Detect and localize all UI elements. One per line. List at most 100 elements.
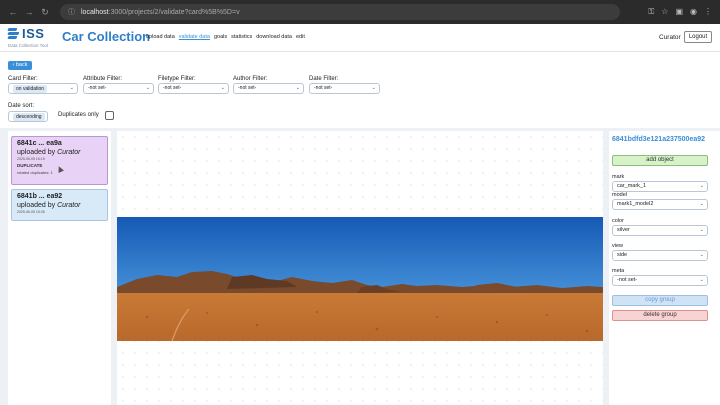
forward-arrow-icon[interactable]: → bbox=[24, 7, 34, 18]
chevron-down-icon: ⌄ bbox=[699, 201, 704, 207]
card-uploaded-by: uploaded by Curator bbox=[17, 149, 81, 156]
url-path: :3000/projects/2/validate?card%5B%5D=v bbox=[108, 8, 240, 16]
card-item[interactable]: 6841c ... ea9a uploaded by Curator 2025-… bbox=[11, 136, 108, 185]
profile-icon[interactable]: ◉ bbox=[690, 7, 697, 17]
field-model: model mark1_model2 ⌄ bbox=[612, 192, 708, 210]
mark-select[interactable]: car_mark_1 ⌄ bbox=[612, 181, 708, 192]
attribute-filter-value: -not set- bbox=[88, 85, 107, 91]
color-select[interactable]: silver ⌄ bbox=[612, 225, 708, 236]
author-filter-value: -not set- bbox=[238, 85, 257, 91]
date-sort-label: Date sort: bbox=[8, 103, 35, 109]
chevron-down-icon: ⌄ bbox=[699, 277, 704, 283]
chevron-down-icon: ⌄ bbox=[295, 85, 300, 91]
nav-statistics[interactable]: statistics bbox=[231, 34, 252, 40]
chevron-down-icon: ⌄ bbox=[699, 183, 704, 189]
field-view: view side ⌄ bbox=[612, 243, 708, 261]
author-filter-select[interactable]: -not set- ⌄ bbox=[233, 83, 304, 94]
main-nav: upload data validate data goals statisti… bbox=[146, 34, 305, 40]
logo-subtitle: Data Collection Tool bbox=[8, 43, 48, 48]
main-area: 6841c ... ea9a uploaded by Curator 2025-… bbox=[0, 128, 720, 405]
browser-toolbar: ← → ↻ ⓘ localhost:3000/projects/2/valida… bbox=[0, 0, 720, 24]
date-filter: Date Filter: -not set- ⌄ bbox=[309, 76, 380, 94]
field-label: view bbox=[612, 243, 624, 249]
logout-button[interactable]: Logout bbox=[684, 31, 712, 43]
field-label: mark bbox=[612, 174, 625, 180]
key-icon[interactable]: ⚿ bbox=[648, 7, 654, 17]
app-header: ISS Data Collection Tool Car Collection … bbox=[0, 24, 720, 52]
date-sort: Date sort: descending bbox=[8, 103, 48, 122]
filetype-filter-select[interactable]: -not set- ⌄ bbox=[158, 83, 229, 94]
card-filter-select[interactable]: on validation ⌄ bbox=[8, 83, 78, 94]
card-title: 6841c ... ea9a bbox=[17, 140, 62, 147]
date-sort-value: descending bbox=[13, 112, 45, 121]
field-label: color bbox=[612, 218, 624, 224]
reload-icon[interactable]: ↻ bbox=[40, 7, 50, 18]
filetype-filter: Filetype Filter: -not set- ⌄ bbox=[158, 76, 229, 94]
page-title: Car Collection bbox=[62, 29, 151, 44]
card-uploader: Curator bbox=[57, 149, 81, 156]
chevron-down-icon: ⌄ bbox=[699, 252, 704, 258]
field-label: model bbox=[612, 192, 627, 198]
logo-text: ISS bbox=[22, 26, 45, 41]
view-select[interactable]: side ⌄ bbox=[612, 250, 708, 261]
logo-mark-icon bbox=[7, 27, 20, 39]
card-item[interactable]: 6841b ... ea92 uploaded by Curator 2025-… bbox=[11, 189, 108, 221]
logo: ISS Data Collection Tool bbox=[7, 26, 56, 51]
browser-nav-buttons: ← → ↻ bbox=[8, 7, 50, 18]
card-uploaded-by: uploaded by Curator bbox=[17, 202, 81, 209]
back-label: back bbox=[15, 62, 28, 68]
nav-goals[interactable]: goals bbox=[214, 34, 227, 40]
card-filter-label: Card Filter: bbox=[8, 76, 38, 82]
card-date: 2025-06-05 15:35 bbox=[17, 210, 45, 214]
extension-icon[interactable]: ▣ bbox=[675, 7, 683, 17]
object-id: 6841bdfd3e121a237500ea92 bbox=[612, 136, 706, 143]
field-meta: meta -not set- ⌄ bbox=[612, 268, 708, 286]
attribute-filter-select[interactable]: -not set- ⌄ bbox=[83, 83, 154, 94]
field-mark: mark car_mark_1 ⌄ bbox=[612, 174, 708, 192]
chevron-down-icon: ⌄ bbox=[69, 85, 74, 91]
author-filter-label: Author Filter: bbox=[233, 76, 268, 82]
date-filter-select[interactable]: -not set- ⌄ bbox=[309, 83, 380, 94]
chevron-down-icon: ⌄ bbox=[220, 85, 225, 91]
browser-actions: ⚿ ☆ ▣ ◉ ⋮ bbox=[648, 7, 712, 17]
back-arrow-icon[interactable]: ← bbox=[8, 7, 18, 18]
card-filter: Card Filter: on validation ⌄ bbox=[8, 76, 78, 94]
nav-edit[interactable]: edit bbox=[296, 34, 305, 40]
desert-landscape-image[interactable] bbox=[117, 217, 603, 341]
url-host: localhost bbox=[81, 8, 109, 16]
star-icon[interactable]: ☆ bbox=[661, 7, 668, 17]
back-button[interactable]: ‹ back bbox=[8, 61, 32, 70]
nav-upload-data[interactable]: upload data bbox=[146, 34, 175, 40]
card-uploader: Curator bbox=[57, 202, 81, 209]
chevron-down-icon: ⌄ bbox=[371, 85, 376, 91]
info-icon[interactable]: ⓘ bbox=[68, 7, 75, 17]
date-filter-value: -not set- bbox=[314, 85, 333, 91]
attribute-panel: 6841bdfd3e121a237500ea92 add object mark… bbox=[609, 131, 720, 405]
menu-icon[interactable]: ⋮ bbox=[704, 7, 712, 17]
filetype-filter-label: Filetype Filter: bbox=[158, 76, 196, 82]
attribute-filter: Attribute Filter: -not set- ⌄ bbox=[83, 76, 154, 94]
duplicates-only-label: Duplicates only bbox=[58, 112, 99, 118]
delete-group-button[interactable]: delete group bbox=[612, 310, 708, 321]
meta-select[interactable]: -not set- ⌄ bbox=[612, 275, 708, 286]
duplicates-only-checkbox[interactable] bbox=[105, 111, 114, 120]
nav-download-data[interactable]: download data bbox=[256, 34, 292, 40]
date-filter-label: Date Filter: bbox=[309, 76, 339, 82]
user-name: Curator bbox=[659, 34, 681, 41]
card-filter-value: on validation bbox=[13, 84, 48, 93]
model-select[interactable]: mark1_model2 ⌄ bbox=[612, 199, 708, 210]
card-list: 6841c ... ea9a uploaded by Curator 2025-… bbox=[8, 131, 111, 405]
card-title: 6841b ... ea92 bbox=[17, 193, 63, 200]
nav-validate-data[interactable]: validate data bbox=[179, 34, 210, 40]
author-filter: Author Filter: -not set- ⌄ bbox=[233, 76, 304, 94]
field-label: meta bbox=[612, 268, 625, 274]
add-object-button[interactable]: add object bbox=[612, 155, 708, 166]
address-bar[interactable]: ⓘ localhost:3000/projects/2/validate?car… bbox=[60, 4, 620, 20]
chevron-down-icon: ⌄ bbox=[699, 227, 704, 233]
copy-group-button[interactable]: copy group bbox=[612, 295, 708, 306]
attribute-filter-label: Attribute Filter: bbox=[83, 76, 123, 82]
chevron-down-icon: ⌄ bbox=[145, 85, 150, 91]
image-canvas[interactable] bbox=[117, 131, 603, 405]
date-sort-select[interactable]: descending bbox=[8, 111, 48, 122]
card-date: 2025-06-05 16:15 bbox=[17, 157, 45, 161]
